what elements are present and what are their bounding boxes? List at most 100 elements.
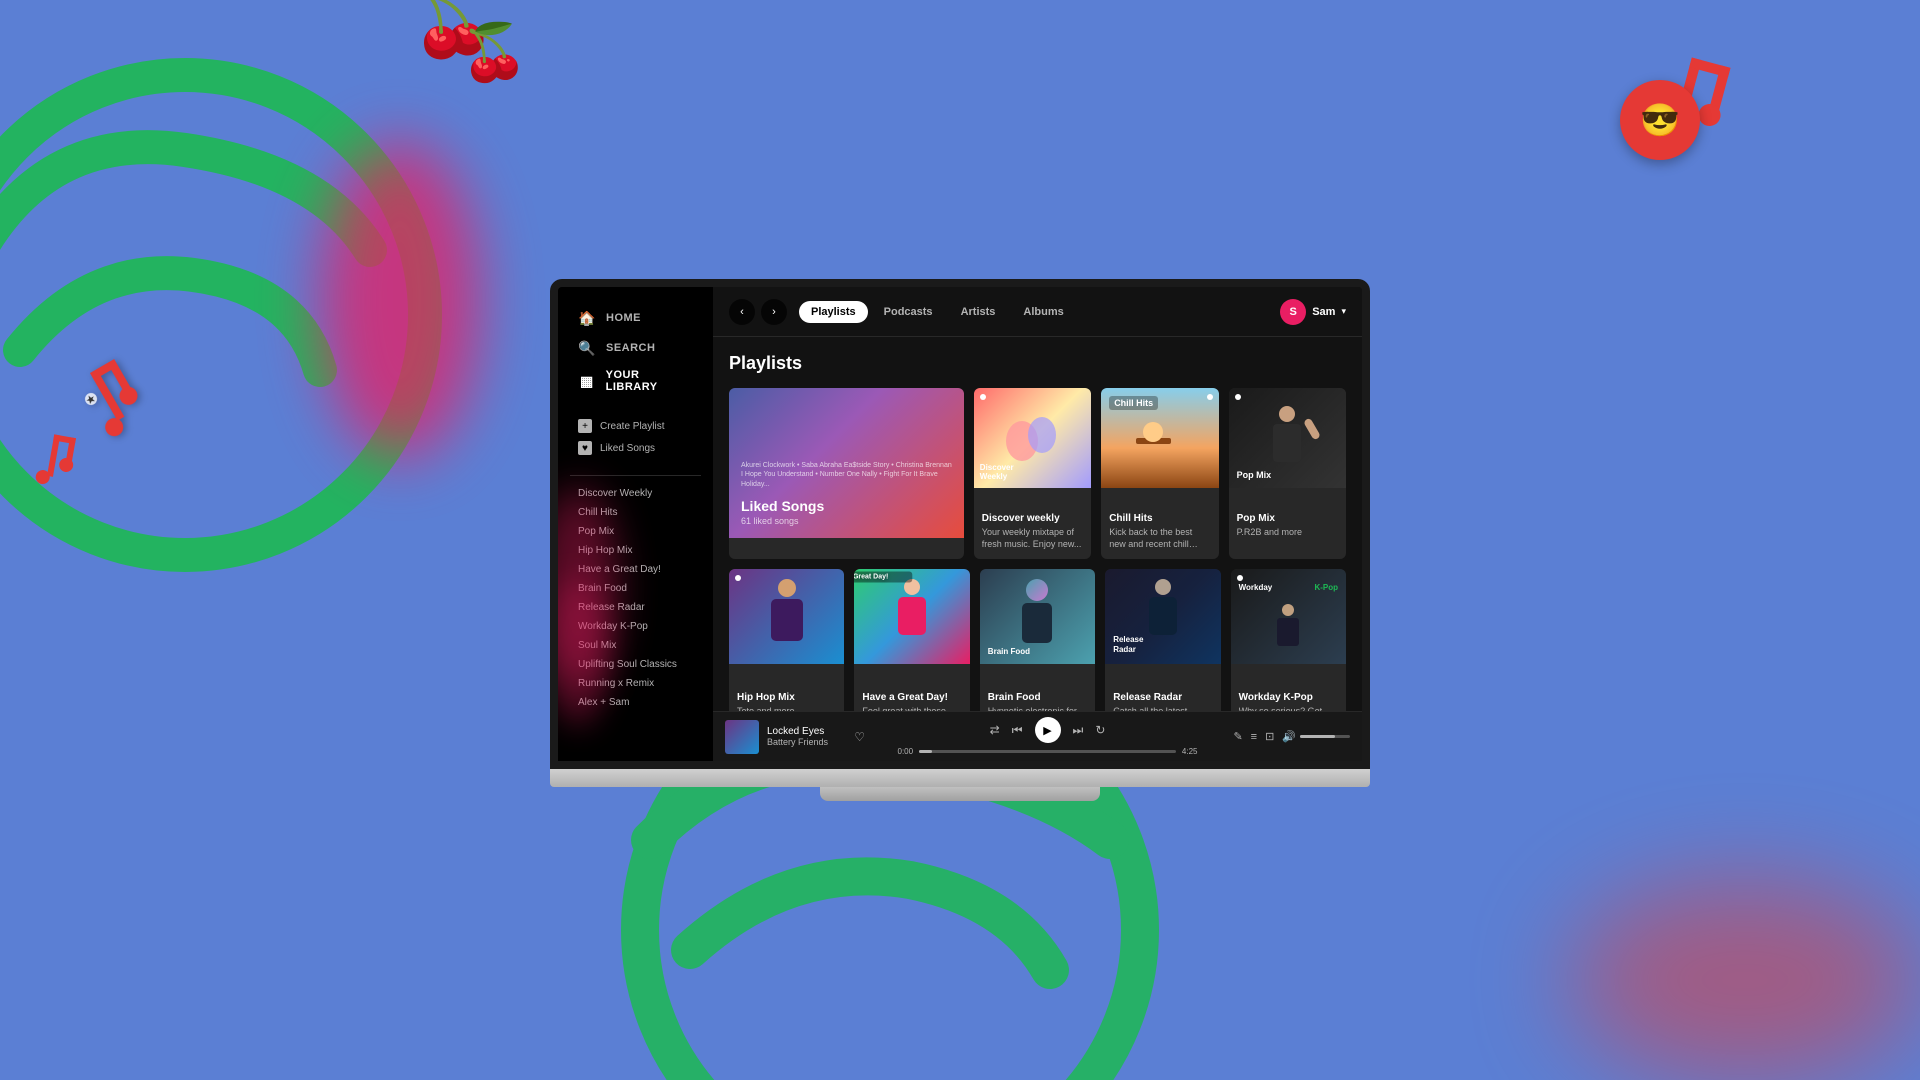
sidebar-playlist-hiphop[interactable]: Hip Hop Mix <box>570 541 701 560</box>
hip-hop-mix-card[interactable]: Hip Hop Mix Teto and more <box>729 569 844 711</box>
like-button[interactable]: ♡ <box>854 730 865 744</box>
forward-button[interactable]: › <box>761 299 787 325</box>
library-icon: ▦ <box>578 372 596 390</box>
extra-controls: ✎ ≡ ⊡ 🔊 <box>1230 730 1350 743</box>
great-day-image: Have a Great Day! <box>854 569 969 684</box>
nav-arrows: ‹ › <box>729 299 787 325</box>
previous-button[interactable]: ⏮ <box>1012 723 1023 738</box>
wk-labels: Workday K-Pop <box>1239 583 1338 592</box>
sidebar-playlist-uplifting[interactable]: Uplifting Soul Classics <box>570 655 701 674</box>
volume-track[interactable] <box>1300 735 1350 738</box>
discover-weekly-info: Discover weekly Your weekly mixtape of f… <box>974 505 1091 558</box>
sidebar-item-home[interactable]: 🏠 Home <box>570 303 701 333</box>
user-area[interactable]: S Sam ▾ <box>1280 299 1346 325</box>
home-icon: 🏠 <box>578 309 596 327</box>
tab-playlists[interactable]: Playlists <box>799 301 868 323</box>
tab-artists[interactable]: Artists <box>949 301 1008 323</box>
pop-mix-visual: Pop Mix <box>1229 388 1346 488</box>
chill-hits-visual: Chill Hits <box>1101 388 1218 488</box>
sidebar-playlist-chill[interactable]: Chill Hits <box>570 503 701 522</box>
pop-mix-info: Pop Mix P.R2B and more <box>1229 505 1346 547</box>
liked-songs-btn[interactable]: ♥ Liked Songs <box>570 437 701 459</box>
sidebar-playlist-running[interactable]: Running x Remix <box>570 674 701 693</box>
create-playlist-btn[interactable]: + Create Playlist <box>570 415 701 437</box>
workday-kpop-title: Workday K-Pop <box>1239 692 1338 703</box>
discover-weekly-card[interactable]: DiscoverWeekly Discover weekly Your week… <box>974 388 1091 559</box>
great-day-visual: Have a Great Day! <box>854 569 969 664</box>
sidebar-playlist-releaseradar[interactable]: Release Radar <box>570 598 701 617</box>
red-blob-bottom <box>1570 880 1920 1080</box>
cool-face-decoration: 😎 <box>1620 80 1700 160</box>
liked-songs-card[interactable]: Akurei Clockwork • Saba Abraha Ea$tside … <box>729 388 964 559</box>
devices-button[interactable]: ⊡ <box>1265 730 1274 743</box>
queue-button[interactable]: ≡ <box>1251 731 1257 743</box>
now-playing-bar: Locked Eyes Battery Friends ♡ ⇄ ⏮ ▶ ⏭ ↻ <box>713 711 1362 761</box>
playlist-grid-row1: Akurei Clockwork • Saba Abraha Ea$tside … <box>729 388 1346 559</box>
lyrics-button[interactable]: ✎ <box>1233 730 1242 743</box>
wk-text-workday: Workday <box>1239 583 1273 592</box>
wk-text-kpop: K-Pop <box>1314 583 1338 592</box>
home-label: Home <box>606 312 641 324</box>
cherry-decoration: 🍒 <box>410 0 497 62</box>
tab-podcasts[interactable]: Podcasts <box>872 301 945 323</box>
back-button[interactable]: ‹ <box>729 299 755 325</box>
chill-hits-card[interactable]: Chill Hits <box>1101 388 1218 559</box>
brain-food-card[interactable]: Brain Food Brain Food Hypnotic electroni… <box>980 569 1095 711</box>
tab-albums[interactable]: Albums <box>1011 301 1075 323</box>
release-radar-card[interactable]: ReleaseRadar Release Radar Catch all the… <box>1105 569 1220 711</box>
heart-icon: ♥ <box>578 441 592 455</box>
green-swirl-left <box>0 50 450 580</box>
time-current: 0:00 <box>898 747 914 756</box>
brain-food-visual: Brain Food <box>980 569 1095 664</box>
dw-label: DiscoverWeekly <box>980 463 1014 482</box>
sidebar-item-search[interactable]: 🔍 Search <box>570 333 701 363</box>
track-artist: Battery Friends <box>767 737 846 747</box>
sidebar-divider <box>570 475 701 476</box>
sidebar-playlist-brainfood[interactable]: Brain Food <box>570 579 701 598</box>
track-info: Locked Eyes Battery Friends <box>767 726 846 747</box>
hip-hop-visual <box>729 569 844 664</box>
workday-kpop-card[interactable]: Workday K-Pop <box>1231 569 1346 711</box>
sidebar-playlist-alexsam[interactable]: Alex + Sam <box>570 693 701 712</box>
search-icon: 🔍 <box>578 339 596 357</box>
chill-hits-title: Chill Hits <box>1109 513 1210 524</box>
play-pause-button[interactable]: ▶ <box>1035 717 1061 743</box>
music-note-left <box>61 349 168 465</box>
page-title: Playlists <box>729 353 1346 374</box>
laptop-screen: 🏠 Home 🔍 Search ▦ Your Library + <box>550 279 1370 769</box>
music-note-small-left <box>24 426 85 504</box>
library-label: Your Library <box>606 369 693 393</box>
hip-hop-mix-title: Hip Hop Mix <box>737 692 836 703</box>
great-day-card[interactable]: Have a Great Day! Have a Great Day! Feel… <box>854 569 969 711</box>
sidebar-playlist-discover[interactable]: Discover Weekly <box>570 484 701 503</box>
liked-songs-tracklist: Akurei Clockwork • Saba Abraha Ea$tside … <box>741 461 952 490</box>
volume-icon[interactable]: 🔊 <box>1282 730 1296 743</box>
progress-fill <box>919 750 932 753</box>
repeat-button[interactable]: ↻ <box>1095 723 1105 737</box>
sidebar-nav: 🏠 Home 🔍 Search ▦ Your Library <box>558 303 713 399</box>
user-name: Sam <box>1312 306 1335 318</box>
liked-songs-title: Liked Songs <box>741 498 952 514</box>
liked-songs-btn-label: Liked Songs <box>600 443 655 454</box>
avatar: S <box>1280 299 1306 325</box>
chill-hits-info: Chill Hits Kick back to the best new and… <box>1101 505 1218 558</box>
sidebar-playlist-workday[interactable]: Workday K-Pop <box>570 617 701 636</box>
great-day-title: Have a Great Day! <box>862 692 961 703</box>
sidebar-section-create: + Create Playlist ♥ Liked Songs <box>558 415 713 459</box>
pop-mix-card[interactable]: Pop Mix Pop Mix P.R2B and more <box>1229 388 1346 559</box>
release-radar-visual: ReleaseRadar <box>1105 569 1220 664</box>
release-radar-info: Release Radar Catch all the latest music… <box>1105 684 1220 711</box>
sidebar-playlist-soul[interactable]: Soul Mix <box>570 636 701 655</box>
content-area: Playlists Akurei Clockwork • Saba Abraha… <box>713 337 1362 711</box>
discover-weekly-image: DiscoverWeekly <box>974 388 1091 505</box>
sidebar-item-library[interactable]: ▦ Your Library <box>570 363 701 399</box>
sidebar-playlist-pop[interactable]: Pop Mix <box>570 522 701 541</box>
track-thumbnail <box>725 720 759 754</box>
release-radar-title: Release Radar <box>1113 692 1212 703</box>
release-radar-image: ReleaseRadar <box>1105 569 1220 684</box>
laptop-base <box>550 769 1370 787</box>
shuffle-button[interactable]: ⇄ <box>990 723 1000 737</box>
sidebar-playlist-greatday[interactable]: Have a Great Day! <box>570 560 701 579</box>
progress-track[interactable] <box>919 750 1176 753</box>
next-button[interactable]: ⏭ <box>1073 723 1084 738</box>
